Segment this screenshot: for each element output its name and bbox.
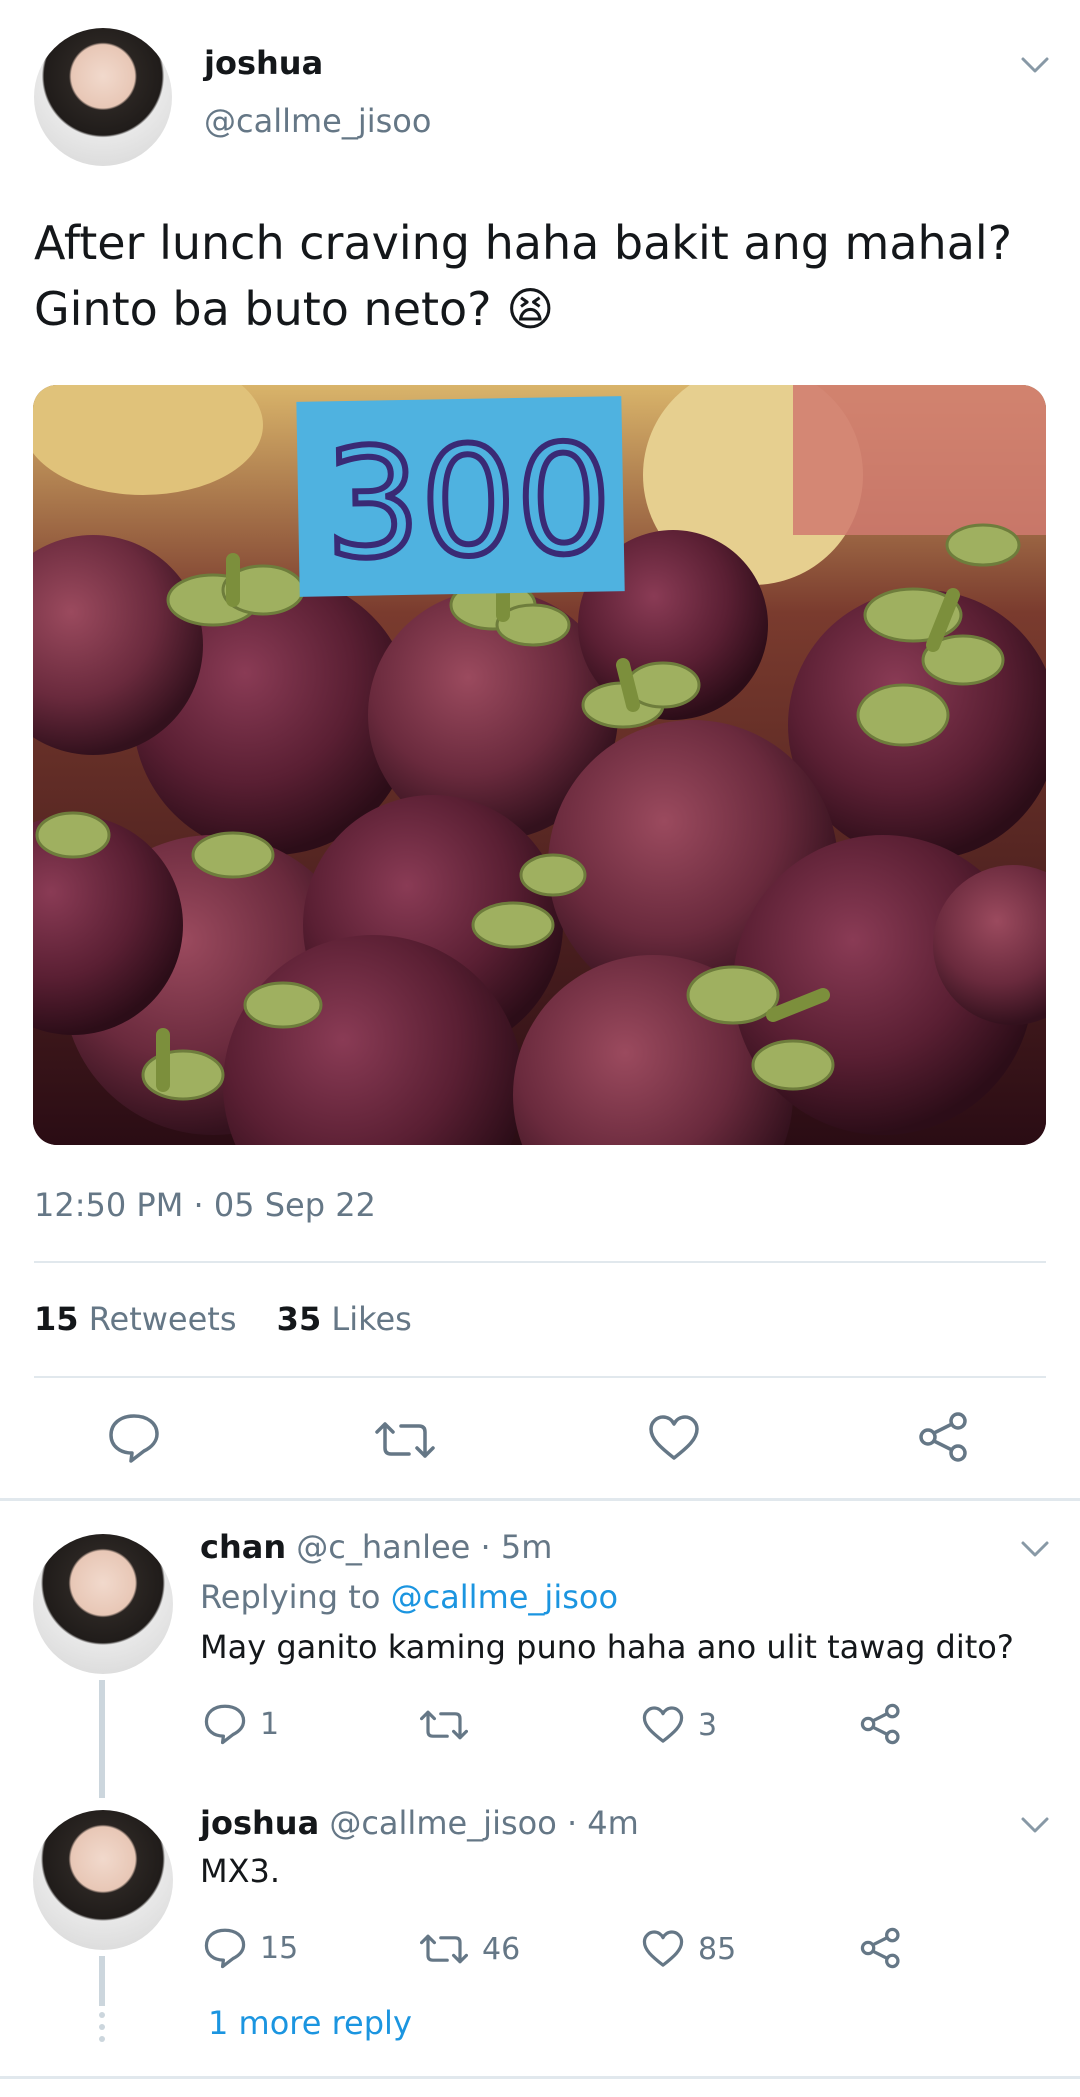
like-action[interactable]: 3 bbox=[642, 1705, 717, 1745]
thread-dots bbox=[99, 2012, 105, 2042]
reply-avatar[interactable] bbox=[33, 1534, 173, 1674]
reply-icon bbox=[204, 1704, 246, 1745]
share-action[interactable] bbox=[860, 1927, 902, 1969]
reply-action[interactable]: 1 bbox=[204, 1703, 279, 1745]
tweet-text-line1: After lunch craving haha bakit ang mahal… bbox=[34, 216, 1013, 270]
replying-to: Replying to @callme_jisoo bbox=[200, 1578, 618, 1616]
reply-author-handle[interactable]: @c_hanlee bbox=[296, 1528, 470, 1566]
price-sign-label: 300 bbox=[324, 413, 613, 592]
bottom-separator bbox=[0, 2076, 1080, 2079]
like-icon bbox=[642, 1930, 684, 1967]
reply-action[interactable]: 15 bbox=[204, 1927, 298, 1969]
reply-count: 1 bbox=[260, 1706, 280, 1742]
retweet-action[interactable] bbox=[420, 1707, 482, 1743]
likes-label: Likes bbox=[331, 1300, 412, 1338]
likes-stat[interactable]: 35 Likes bbox=[277, 1300, 412, 1338]
reply-time: · 4m bbox=[556, 1804, 639, 1842]
retweet-icon[interactable] bbox=[375, 1418, 435, 1466]
share-icon bbox=[860, 1703, 900, 1745]
tweet-photo[interactable]: 300 bbox=[33, 385, 1046, 1145]
replying-to-prefix: Replying to bbox=[200, 1578, 381, 1616]
share-icon[interactable] bbox=[918, 1411, 970, 1467]
tweet-text-line2-text: Ginto ba buto neto? bbox=[34, 282, 492, 336]
like-action[interactable]: 85 bbox=[642, 1929, 736, 1969]
replying-to-handle[interactable]: @callme_jisoo bbox=[391, 1578, 618, 1616]
section-separator bbox=[0, 1498, 1080, 1501]
reply-count: 15 bbox=[260, 1930, 299, 1966]
reply-author-name[interactable]: chan bbox=[200, 1528, 286, 1566]
tired-face-emoji: 😫 bbox=[506, 282, 555, 336]
chevron-down-icon[interactable] bbox=[1020, 1540, 1050, 1558]
author-avatar[interactable] bbox=[34, 28, 172, 166]
reply-header: joshua @callme_jisoo · 4m bbox=[200, 1804, 639, 1842]
share-icon bbox=[860, 1927, 900, 1969]
reply-text: May ganito kaming puno haha ano ulit taw… bbox=[200, 1628, 1014, 1666]
likes-count: 35 bbox=[276, 1300, 322, 1338]
retweets-count: 15 bbox=[34, 1300, 79, 1338]
like-count: 85 bbox=[698, 1931, 737, 1967]
chevron-down-icon[interactable] bbox=[1020, 1816, 1050, 1834]
retweets-stat[interactable]: 15 Retweets bbox=[34, 1300, 247, 1338]
retweets-label: Retweets bbox=[88, 1300, 237, 1338]
retweet-count: 46 bbox=[482, 1931, 521, 1967]
reply-avatar[interactable] bbox=[33, 1810, 173, 1950]
author-handle[interactable]: @callme_jisoo bbox=[204, 102, 431, 140]
share-action[interactable] bbox=[860, 1703, 902, 1745]
tweet-text-line2: Ginto ba buto neto? 😫 bbox=[34, 276, 1054, 342]
tweet-stats: 15 Retweets 35 Likes bbox=[34, 1300, 412, 1338]
retweet-icon bbox=[420, 1934, 468, 1964]
reply-icon[interactable] bbox=[108, 1413, 160, 1467]
divider bbox=[34, 1261, 1046, 1263]
reply-author-name[interactable]: joshua bbox=[200, 1804, 319, 1842]
thread-line bbox=[99, 1956, 105, 2006]
reply-time: · 5m bbox=[470, 1528, 553, 1566]
like-icon[interactable] bbox=[648, 1414, 700, 1466]
reply-icon bbox=[204, 1928, 246, 1969]
chevron-down-icon[interactable] bbox=[1020, 56, 1050, 74]
tweet-timestamp[interactable]: 12:50 PM · 05 Sep 22 bbox=[34, 1186, 376, 1224]
retweet-action[interactable]: 46 bbox=[420, 1931, 520, 1967]
tweet-text: After lunch craving haha bakit ang mahal… bbox=[34, 210, 1054, 342]
thread-line bbox=[99, 1680, 105, 1798]
reply-author-handle[interactable]: @callme_jisoo bbox=[329, 1804, 556, 1842]
reply-header: chan @c_hanlee · 5m bbox=[200, 1528, 552, 1566]
reply-text: MX3. bbox=[200, 1852, 281, 1890]
retweet-icon bbox=[420, 1710, 468, 1740]
more-replies-link[interactable]: 1 more reply bbox=[208, 2004, 412, 2042]
author-name[interactable]: joshua bbox=[204, 44, 323, 82]
like-icon bbox=[642, 1706, 684, 1743]
like-count: 3 bbox=[698, 1707, 718, 1743]
divider bbox=[34, 1376, 1046, 1378]
